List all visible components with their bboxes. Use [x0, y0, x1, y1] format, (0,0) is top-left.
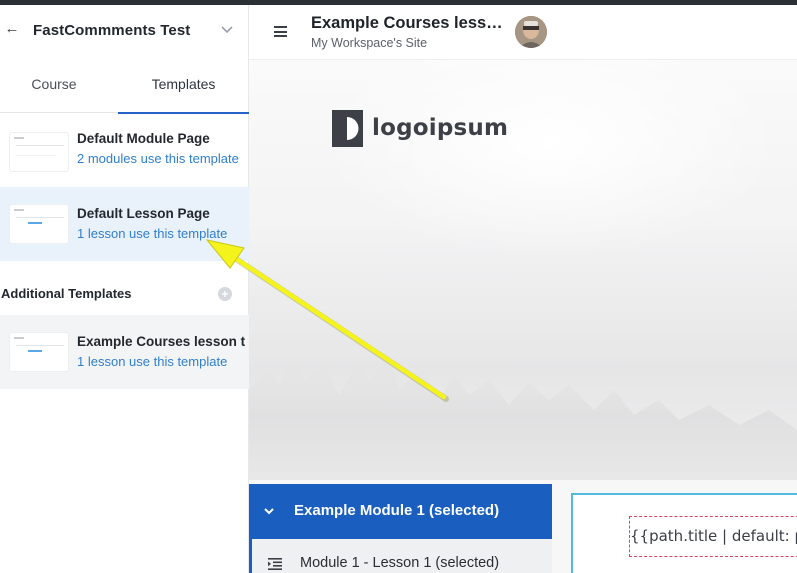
lesson-item[interactable]: Module 1 - Lesson 1 (selected) — [249, 539, 552, 573]
sidebar: ← FastCommments Test Course Templates De… — [0, 5, 249, 573]
chevron-down-icon[interactable] — [219, 23, 235, 37]
module-title: Example Module 1 (selected) — [294, 502, 500, 519]
tab-templates[interactable]: Templates — [118, 57, 249, 114]
template-usage[interactable]: 2 modules use this template — [77, 151, 249, 166]
lesson-label: Module 1 - Lesson 1 (selected) — [300, 555, 500, 571]
content-editor-box[interactable]: {{path.title | default: pa — [571, 493, 797, 573]
additional-templates-header: Additional Templates + — [0, 284, 249, 304]
chevron-down-icon — [264, 508, 274, 515]
add-template-plus-icon[interactable]: + — [218, 287, 232, 301]
back-arrow-icon[interactable]: ← — [4, 21, 20, 37]
site-title[interactable]: FastCommments Test — [33, 22, 190, 39]
page-preview: logoipsum Example Module 1 (selected) Mo… — [249, 60, 797, 573]
template-name: Example Courses lesson t — [77, 334, 246, 349]
additional-templates-title: Additional Templates — [1, 286, 132, 301]
hamburger-menu-icon[interactable] — [274, 26, 287, 37]
template-item-default-module[interactable]: Default Module Page 2 modules use this t… — [0, 117, 249, 191]
template-item-default-lesson[interactable]: Default Lesson Page 1 lesson use this te… — [0, 187, 249, 261]
logo-mark-icon — [332, 109, 363, 147]
logo: logoipsum — [332, 109, 508, 147]
template-thumbnail — [9, 332, 69, 372]
template-name: Default Module Page — [77, 131, 210, 146]
page-subtitle: My Workspace's Site — [311, 36, 428, 50]
indent-list-icon — [268, 558, 282, 570]
template-usage[interactable]: 1 lesson use this template — [77, 354, 249, 369]
sidebar-header: ← FastCommments Test — [0, 5, 249, 57]
module-header-button[interactable]: Example Module 1 (selected) — [249, 484, 552, 539]
crowd-silhouette-image — [249, 350, 797, 480]
module-navigation: Example Module 1 (selected) Module 1 - L… — [249, 484, 552, 573]
template-thumbnail — [9, 204, 69, 244]
tab-course[interactable]: Course — [0, 57, 108, 113]
template-item-example-courses[interactable]: Example Courses lesson t 1 lesson use th… — [0, 315, 249, 389]
template-thumbnail — [9, 132, 69, 172]
template-usage[interactable]: 1 lesson use this template — [77, 226, 249, 241]
sidebar-tabs: Course Templates — [0, 57, 249, 114]
template-name: Default Lesson Page — [77, 206, 210, 221]
avatar[interactable] — [515, 16, 547, 48]
main-header: Example Courses less… My Workspace's Sit… — [249, 5, 797, 60]
template-variable-placeholder[interactable]: {{path.title | default: pa — [629, 516, 797, 557]
logo-text: logoipsum — [372, 115, 509, 141]
page-title: Example Courses less… — [311, 14, 503, 32]
